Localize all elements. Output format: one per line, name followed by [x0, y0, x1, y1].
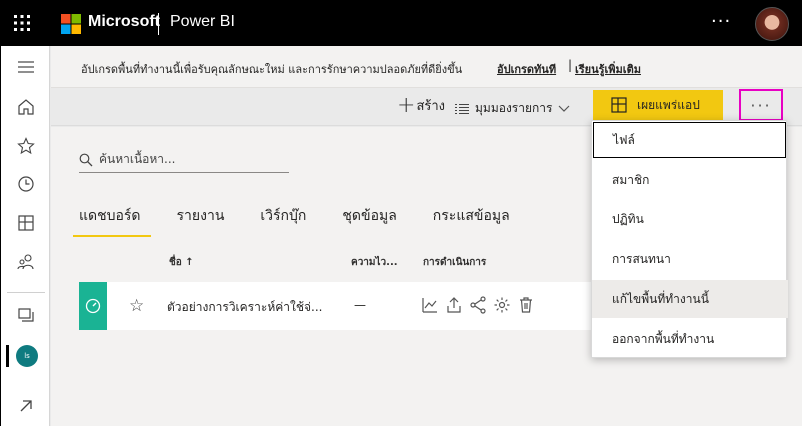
home-icon[interactable]: [15, 96, 37, 118]
tab-dashboards[interactable]: แดชบอร์ด: [73, 205, 150, 237]
search-placeholder: ค้นหาเนื้อหา...: [99, 152, 176, 166]
endorsement-value: —: [354, 298, 366, 312]
workspaces-icon[interactable]: [15, 304, 37, 326]
delete-trash-icon[interactable]: [517, 296, 535, 314]
plus-icon: +: [397, 92, 416, 118]
app-launcher-icon[interactable]: [9, 10, 35, 36]
dashboard-gauge-icon: [79, 282, 107, 330]
menu-item-files[interactable]: ไฟล์: [593, 122, 786, 158]
banner-message: อัปเกรดพื้นที่ทำงานนี้เพื่อรับคุณลักษณะใ…: [81, 63, 463, 76]
tab-reports[interactable]: รายงาน: [177, 205, 225, 237]
upgrade-now-link[interactable]: อัปเกรดทันที: [497, 60, 556, 78]
search-icon: [79, 153, 93, 166]
brand-divider: [158, 13, 159, 35]
tab-workbooks[interactable]: เวิร์กบุ๊ก: [260, 205, 306, 237]
column-header-name[interactable]: ชื่อ ↑: [169, 255, 194, 270]
row-actions: [421, 296, 535, 314]
sidebar-divider: [7, 292, 45, 293]
more-options-button[interactable]: ···: [739, 89, 783, 121]
share-icon[interactable]: [445, 296, 463, 314]
app-grid-icon: [611, 97, 627, 113]
lineage-icon[interactable]: [469, 296, 487, 314]
menu-item-members[interactable]: สมาชิก: [592, 161, 788, 199]
table-row[interactable]: ☆ ตัวอย่างการวิเคราะห์ค่าใช้จ่... —: [79, 282, 619, 330]
create-label: สร้าง: [416, 99, 446, 114]
tab-datasets[interactable]: ชุดข้อมูล: [342, 205, 396, 237]
menu-item-edit-workspace[interactable]: แก้ไขพื้นที่ทำงานนี้: [592, 280, 788, 318]
settings-gear-icon[interactable]: [493, 296, 511, 314]
brand-name: Microsoft: [88, 13, 160, 30]
active-indicator: [6, 345, 9, 367]
menu-item-calendar[interactable]: ปฏิทิน: [592, 200, 788, 238]
tab-dataflows[interactable]: กระแสข้อมูล: [433, 205, 510, 237]
microsoft-logo-icon: [61, 14, 81, 34]
column-header-actions: การดำเนินการ: [423, 257, 487, 268]
product-name[interactable]: Power BI: [170, 13, 235, 31]
shared-with-me-icon[interactable]: [15, 251, 37, 273]
menu-item-leave-workspace[interactable]: ออกจากพื้นที่ทำงาน: [592, 320, 788, 358]
publish-app-label: เผยแพร่แอป: [637, 97, 700, 112]
analytics-icon[interactable]: [421, 296, 439, 314]
nav-sidebar: ls: [0, 46, 50, 426]
chevron-down-icon: [559, 105, 570, 112]
list-view-icon: [455, 103, 469, 114]
hamburger-icon[interactable]: [15, 56, 37, 78]
publish-app-button[interactable]: เผยแพร่แอป: [593, 90, 723, 120]
column-header-endorsement[interactable]: ความไว...: [351, 255, 398, 270]
content-tabs: แดชบอร์ด รายงาน เวิร์กบุ๊ก ชุดข้อมูล กระ…: [73, 205, 546, 237]
learn-more-link[interactable]: เรียนรู้เพิ่มเติม: [575, 60, 641, 78]
view-label: มุมมองรายการ: [475, 101, 553, 115]
user-avatar[interactable]: [755, 7, 789, 41]
menu-item-conversations[interactable]: การสนทนา: [592, 240, 788, 278]
banner-separator: |: [568, 58, 573, 72]
favorite-star-icon[interactable]: ☆: [129, 296, 144, 316]
create-button[interactable]: + สร้าง: [397, 92, 446, 118]
search-box[interactable]: ค้นหาเนื้อหา...: [79, 147, 289, 173]
favorites-star-icon[interactable]: [15, 135, 37, 157]
more-options-menu: ไฟล์ สมาชิก ปฏิทิน การสนทนา แก้ไขพื้นที่…: [591, 120, 788, 358]
view-dropdown[interactable]: มุมมองรายการ: [455, 99, 570, 118]
get-data-arrow-icon[interactable]: [15, 395, 37, 417]
workspace-badge[interactable]: ls: [16, 345, 38, 367]
item-name-link[interactable]: ตัวอย่างการวิเคราะห์ค่าใช้จ่...: [167, 298, 322, 317]
upgrade-banner: อัปเกรดพื้นที่ทำงานนี้เพื่อรับคุณลักษณะใ…: [51, 46, 802, 88]
topbar-more-button[interactable]: ···: [711, 11, 731, 32]
top-bar: Microsoft Power BI ···: [0, 0, 802, 46]
recent-clock-icon[interactable]: [15, 173, 37, 195]
apps-icon[interactable]: [15, 212, 37, 234]
